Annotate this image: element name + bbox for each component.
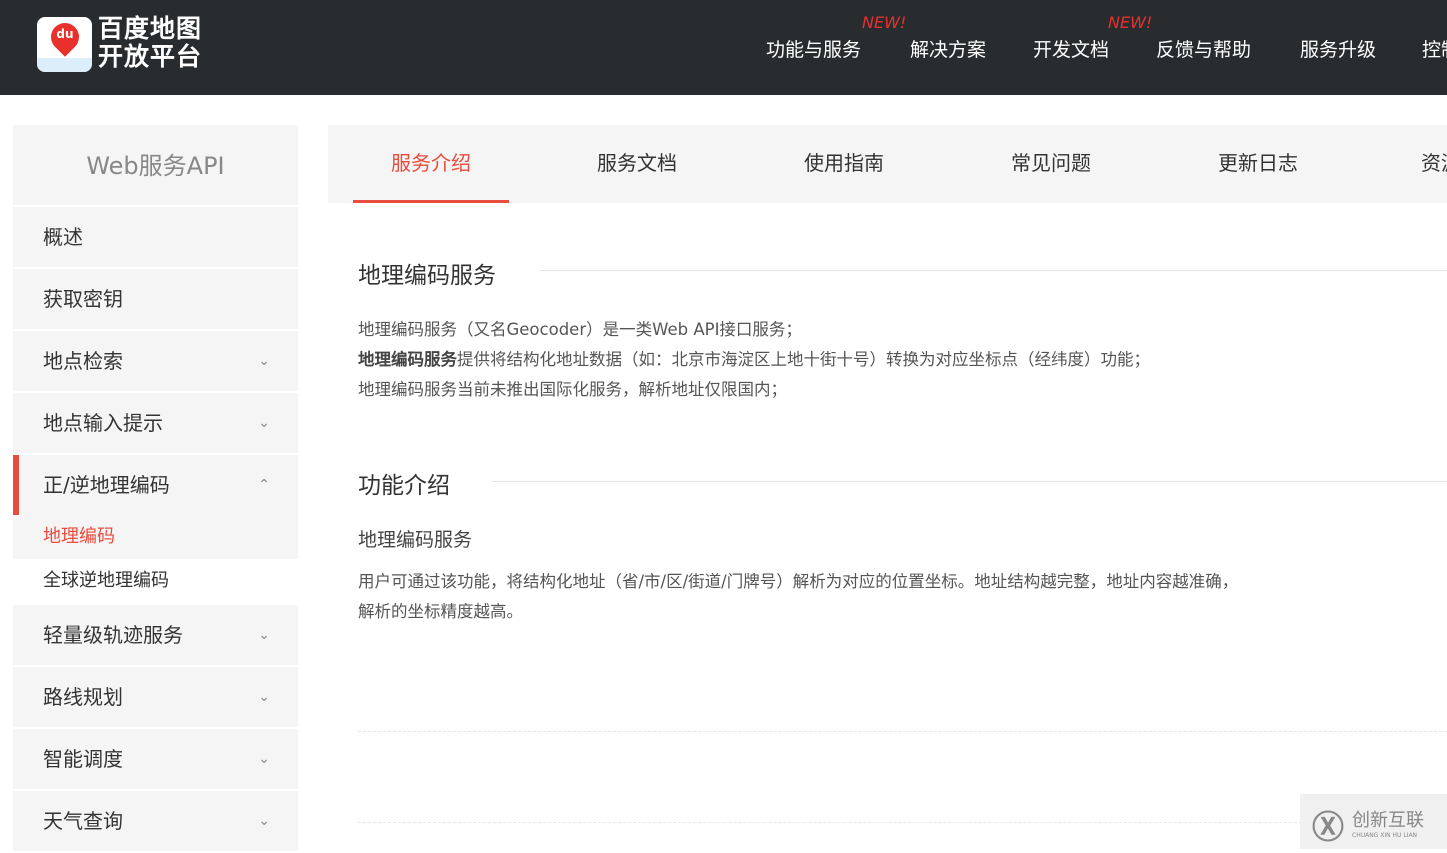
sidebar-item-route[interactable]: 路线规划 ⌄ [13,667,298,727]
intro-line: 地理编码服务（又名Geocoder）是一类Web API接口服务； [358,320,802,339]
section-title: 地理编码服务 [358,263,496,289]
logo-mark: du [56,27,74,41]
chevron-down-icon: ⌄ [258,415,270,431]
tab-intro[interactable]: 服务介绍 [353,125,509,203]
tab-docs[interactable]: 服务文档 [559,125,715,203]
top-header: du 百度地图 开放平台 NEW! NEW! 功能与服务 解决方案 开发文档 反馈… [0,0,1447,95]
sidebar-item-dispatch[interactable]: 智能调度 ⌄ [13,729,298,789]
new-badge: NEW! [1108,13,1153,32]
sidebar-title: Web服务API [13,125,298,205]
label: 路线规划 [43,685,123,709]
feature-desc: 用户可通过该功能，将结构化地址（省/市/区/街道/门牌号）解析为对应的位置坐标。… [358,567,1238,627]
nav-console[interactable]: 控制台 [1422,35,1447,62]
sidebar-item-place-search[interactable]: 地点检索 ⌄ [13,331,298,391]
watermark-text: 创新互联 [1352,810,1424,831]
label: 获取密钥 [43,287,123,311]
tab-bar: 服务介绍 服务文档 使用指南 常见问题 更新日志 资源下载 [328,125,1447,203]
tab-guide[interactable]: 使用指南 [766,125,922,203]
chevron-down-icon: ⌄ [258,627,270,643]
tab-changelog[interactable]: 更新日志 [1180,125,1336,203]
label: 地点检索 [43,349,123,373]
label: 地点输入提示 [43,411,163,435]
label: 天气查询 [43,809,123,833]
feature-subtitle: 地理编码服务 [358,529,473,551]
intro-rest: 提供将结构化地址数据（如：北京市海淀区上地十街十号）转换为对应坐标点（经纬度）功… [457,350,1150,369]
watermark-logo-icon: Ⓧ [1312,808,1345,846]
nav-docs[interactable]: 开发文档 [1033,35,1109,62]
logo-line2: 开放平台 [98,42,203,71]
chevron-down-icon: ⌄ [258,813,270,829]
watermark-sub: CHUANG XIN HU LIAN [1352,832,1418,839]
nav-features[interactable]: 功能与服务 [766,35,861,62]
sidebar: Web服务API 概述 获取密钥 地点检索 ⌄ 地点输入提示 ⌄ 正/逆地理编码 ⌃ … [13,125,298,853]
divider [358,731,1447,732]
sidebar-item-key[interactable]: 获取密钥 [13,269,298,329]
nav-feedback[interactable]: 反馈与帮助 [1156,35,1251,62]
chevron-up-icon: ⌃ [258,477,270,493]
chevron-down-icon: ⌄ [258,751,270,767]
nav-upgrade[interactable]: 服务升级 [1300,35,1376,62]
sidebar-sub-reverse-geocoding[interactable]: 全球逆地理编码 [13,559,298,603]
label: 概述 [43,225,83,249]
divider [540,270,1447,271]
label: 正/逆地理编码 [43,473,170,497]
desc-line: 解析的坐标精度越高。 [358,602,523,621]
label: 智能调度 [43,747,123,771]
baidu-map-logo-icon[interactable]: du [37,17,92,72]
logo-text[interactable]: 百度地图 开放平台 [98,15,202,71]
sidebar-item-weather[interactable]: 天气查询 ⌄ [13,791,298,851]
sidebar-item-track[interactable]: 轻量级轨迹服务 ⌄ [13,605,298,665]
logo-line1: 百度地图 [98,14,203,43]
tab-downloads[interactable]: 资源下载 [1387,125,1447,203]
section-title: 功能介绍 [358,473,450,499]
sidebar-item-geocoding[interactable]: 正/逆地理编码 ⌃ [13,455,298,515]
nav-solutions[interactable]: 解决方案 [910,35,986,62]
label: 轻量级轨迹服务 [43,623,183,647]
divider [358,822,1447,823]
intro-text: 地理编码服务（又名Geocoder）是一类Web API接口服务； 地理编码服务… [358,315,1150,405]
chevron-down-icon: ⌄ [258,689,270,705]
sidebar-sub-geocoding[interactable]: 地理编码 [13,515,298,559]
watermark: Ⓧ 创新互联 CHUANG XIN HU LIAN [1300,794,1447,849]
sidebar-item-overview[interactable]: 概述 [13,207,298,267]
new-badge: NEW! [862,13,907,32]
tab-faq[interactable]: 常见问题 [973,125,1129,203]
chevron-down-icon: ⌄ [258,353,270,369]
intro-bold: 地理编码服务 [358,350,457,369]
divider [492,481,1447,482]
sidebar-item-place-suggest[interactable]: 地点输入提示 ⌄ [13,393,298,453]
desc-line: 用户可通过该功能，将结构化地址（省/市/区/街道/门牌号）解析为对应的位置坐标。… [358,572,1239,591]
intro-line: 地理编码服务提供将结构化地址数据（如：北京市海淀区上地十街十号）转换为对应坐标点… [358,345,1150,375]
intro-line: 地理编码服务当前未推出国际化服务，解析地址仅限国内； [358,380,787,399]
